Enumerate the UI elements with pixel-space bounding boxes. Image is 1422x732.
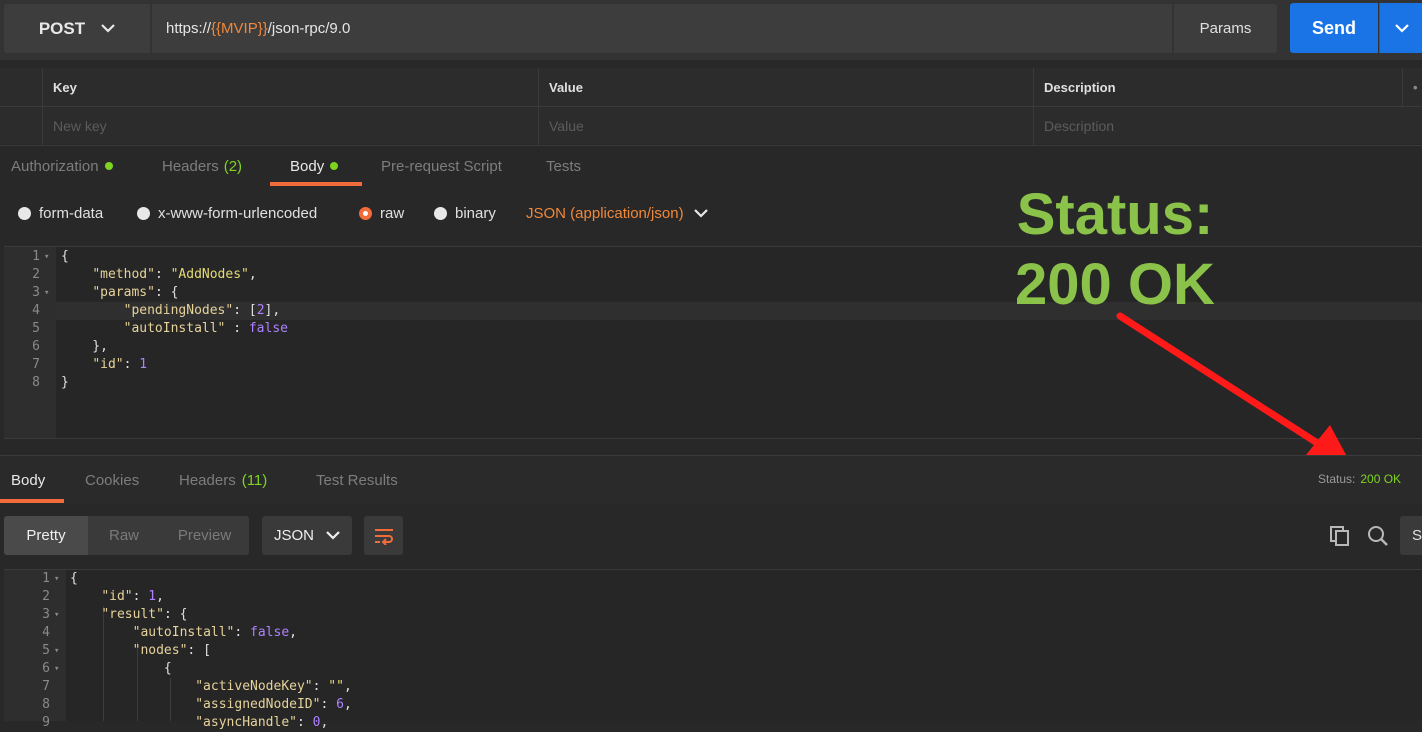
response-tab-headers[interactable]: Headers (11) [179,456,267,504]
tab-label: Test Results [316,471,398,489]
response-tab-body[interactable]: Body [11,456,45,504]
code-line: "nodes": [ [70,642,211,660]
code-token: , [156,589,164,604]
code-token: , [343,679,352,694]
line-number: 2 [42,589,50,604]
fold-toggle-icon[interactable]: ▾ [54,606,59,624]
code-token: { [70,661,172,676]
wrap-lines-button[interactable] [364,516,403,555]
code-token: 6 [336,697,344,712]
code-token: "assignedNodeID" [195,697,321,712]
line-number: 3 [42,607,50,622]
response-view-mode: Pretty Raw Preview [4,516,249,555]
fold-toggle-icon[interactable]: ▾ [54,660,59,678]
code-line: "result": { [70,606,187,624]
code-token: : [296,715,313,730]
response-tab-cookies[interactable]: Cookies [85,456,139,504]
line-number: 1 [42,571,50,586]
search-button[interactable] [1364,522,1392,550]
code-token: : [312,679,329,694]
code-token: , [343,697,352,712]
code-token: : [ [187,643,211,658]
view-preview-button[interactable]: Preview [160,516,249,555]
code-token: : [234,625,251,640]
status-value: 200 OK [1360,472,1402,486]
line-number: 5 [42,643,50,658]
code-token: "" [328,679,344,694]
response-tabs: Body Cookies Headers (11) Test Results [0,455,1422,504]
line-number: 4 [42,625,50,640]
line-number: 9 [42,715,50,730]
wrap-lines-icon [374,528,393,545]
code-line: "assignedNodeID": 6, [70,696,352,714]
response-body-viewer[interactable]: 1 ▾{2 "id": 1, 3 ▾ "result": {4 "autoInstal… [4,569,1422,730]
code-token: false [250,625,290,640]
code-token: : { [163,607,188,622]
response-status: Status: 200 OK [1318,455,1401,503]
code-line: "id": 1, [70,588,164,606]
code-token: "id" [101,589,133,604]
code-token: 1 [148,589,157,604]
view-raw-button[interactable]: Raw [88,516,160,555]
code-token: , [320,715,329,730]
copy-icon [1330,526,1349,546]
tab-label: Body [11,471,46,489]
code-token: { [70,571,78,586]
line-number: 8 [42,697,50,712]
copy-button[interactable] [1326,522,1354,550]
code-line: "autoInstall": false, [70,624,297,642]
code-token: "nodes" [132,643,188,658]
fold-toggle-icon[interactable]: ▾ [54,570,59,588]
line-number: 7 [42,679,50,694]
code-line: { [70,660,172,678]
code-token: "result" [101,607,164,622]
code-line: "asyncHandle": 0, [70,714,328,732]
code-token: : [320,697,337,712]
active-response-tab-indicator [0,499,64,503]
code-token: "autoInstall" [132,625,235,640]
code-token: "activeNodeKey" [195,679,313,694]
fold-toggle-icon[interactable]: ▾ [54,642,59,660]
tab-count: (11) [241,471,268,489]
code-line: { [70,570,78,588]
format-label: JSON [273,527,314,544]
chevron-down-icon [326,531,340,540]
response-format-select[interactable]: JSON [262,516,352,555]
line-number: 6 [42,661,50,676]
code-token: : [132,589,149,604]
tab-label: Cookies [85,471,140,489]
code-token: , [289,625,297,640]
search-icon [1368,526,1388,546]
view-pretty-button[interactable]: Pretty [4,516,88,555]
code-line: "activeNodeKey": "", [70,678,352,696]
code-token: "asyncHandle" [195,715,297,730]
response-tab-test-results[interactable]: Test Results [316,456,398,504]
save-response-button[interactable]: S [1400,516,1422,555]
tab-label: Headers [179,471,236,489]
status-label: Status: [1318,472,1356,486]
